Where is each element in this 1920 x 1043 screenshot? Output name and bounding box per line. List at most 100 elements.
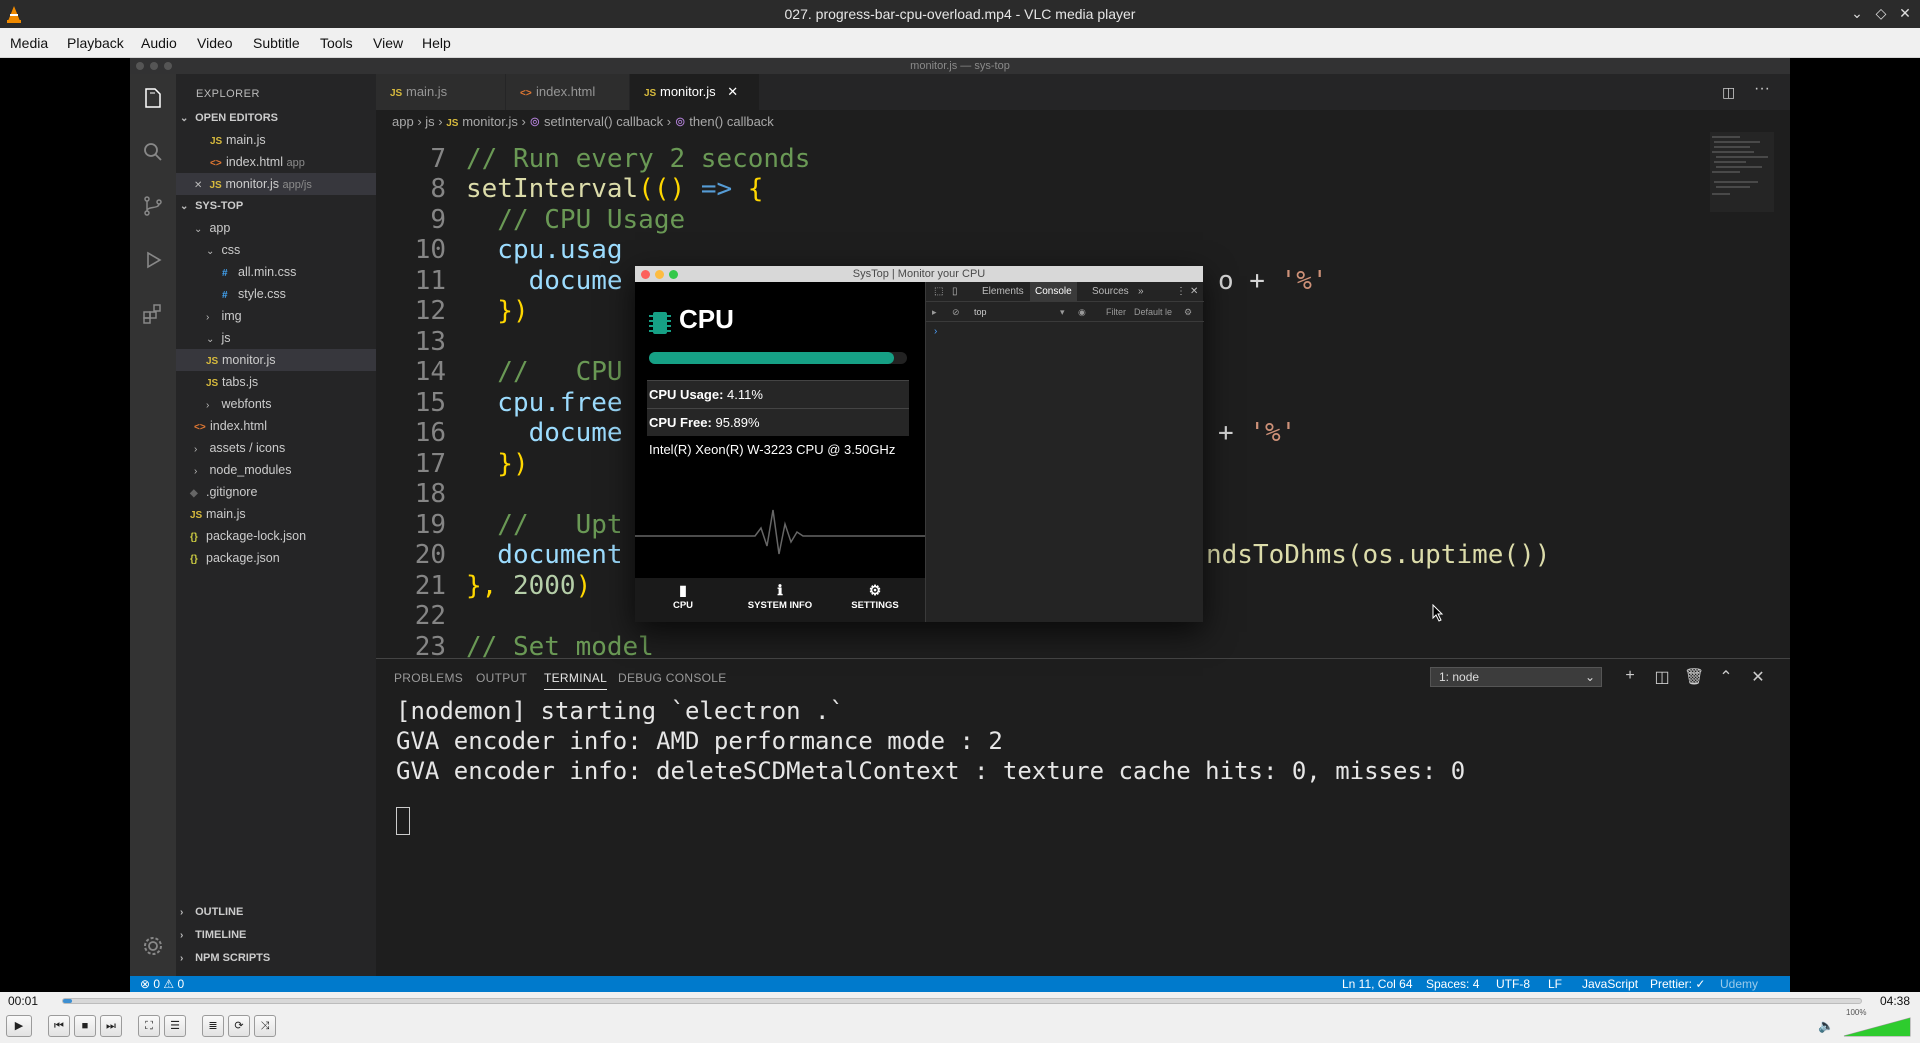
context-dropdown-icon[interactable]: ▾ — [1060, 307, 1065, 318]
new-terminal-icon[interactable]: + — [1620, 667, 1640, 685]
tab-problems[interactable]: PROBLEMS — [394, 671, 463, 685]
play-button[interactable]: ▶ — [6, 1015, 32, 1037]
outline-section[interactable]: › OUTLINE — [176, 901, 376, 923]
open-editor-item-active[interactable]: ✕ JS monitor.js app/js — [176, 173, 376, 195]
folder-webfonts[interactable]: › webfonts — [176, 393, 376, 415]
playlist-button[interactable]: ≣ — [202, 1015, 224, 1037]
menu-video[interactable]: Video — [197, 35, 233, 51]
search-icon[interactable] — [141, 140, 165, 164]
maximize-dot-icon[interactable] — [669, 270, 678, 279]
close-tab-icon[interactable]: ✕ — [727, 84, 738, 99]
tab-main-js[interactable]: JS main.js — [376, 74, 506, 110]
extended-settings-button[interactable]: ☰ — [164, 1015, 186, 1037]
seek-slider[interactable] — [62, 998, 1862, 1004]
device-toolbar-icon[interactable]: ▯ — [952, 286, 958, 297]
line-ending[interactable]: LF — [1548, 977, 1562, 991]
prettier-status[interactable]: Prettier: ✓ — [1650, 977, 1705, 991]
project-header[interactable]: ⌄ SYS-TOP — [176, 195, 376, 217]
file-gitignore[interactable]: ◆ .gitignore — [176, 481, 376, 503]
split-editor-icon[interactable]: ◫ — [1722, 84, 1735, 101]
source-control-icon[interactable] — [141, 194, 165, 218]
close-panel-icon[interactable]: ✕ — [1748, 667, 1768, 687]
menu-tools[interactable]: Tools — [320, 35, 353, 51]
fullscreen-button[interactable]: ⛶ — [138, 1015, 160, 1037]
minimize-dot-icon[interactable] — [655, 270, 664, 279]
tab-monitor-js[interactable]: JS monitor.js ✕ — [630, 74, 760, 110]
speaker-icon[interactable]: 🔈 — [1818, 1018, 1834, 1034]
encoding[interactable]: UTF-8 — [1496, 977, 1530, 991]
nav-system-info[interactable]: ℹ SYSTEM INFO — [740, 582, 820, 611]
context-select[interactable]: top — [974, 307, 987, 317]
devtools-more-tabs[interactable]: » — [1138, 286, 1144, 297]
open-editor-item[interactable]: <> index.html app — [176, 151, 376, 173]
clear-console-icon[interactable]: ⊘ — [952, 307, 960, 318]
maximize-icon[interactable]: ◇ — [1872, 4, 1890, 22]
inspect-element-icon[interactable]: ⬚ — [934, 286, 943, 297]
file-main-js[interactable]: JS main.js — [176, 503, 376, 525]
devtools-tab-elements[interactable]: Elements — [982, 286, 1024, 297]
manage-gear-icon[interactable] — [141, 934, 165, 958]
folder-img[interactable]: › img — [176, 305, 376, 327]
minimap[interactable] — [1710, 132, 1774, 212]
devtools-close-icon[interactable]: ✕ — [1190, 286, 1198, 297]
split-terminal-icon[interactable]: ◫ — [1652, 667, 1672, 687]
stop-button[interactable]: ■ — [74, 1015, 96, 1037]
problems-count[interactable]: ⊗ 0 ⚠ 0 — [140, 977, 184, 991]
menu-help[interactable]: Help — [422, 35, 451, 51]
trash-icon[interactable]: 🗑 — [1684, 667, 1704, 687]
console-filter[interactable]: Filter — [1106, 307, 1126, 317]
previous-button[interactable]: ⏮ — [48, 1015, 70, 1037]
tab-debug-console[interactable]: DEBUG CONSOLE — [618, 671, 727, 685]
folder-node-modules[interactable]: › node_modules — [176, 459, 376, 481]
open-editors-header[interactable]: ⌄ OPEN EDITORS — [176, 107, 376, 129]
folder-app[interactable]: ⌄ app — [176, 217, 376, 239]
volume-slider[interactable] — [1842, 1016, 1912, 1038]
close-editor-icon[interactable]: ✕ — [194, 175, 206, 197]
menu-playback[interactable]: Playback — [67, 35, 124, 51]
video-area[interactable]: monitor.js — sys-top EXPLORER ⌄ OPEN EDI… — [0, 58, 1920, 992]
devtools-tab-console[interactable]: Console — [1030, 282, 1077, 302]
language-mode[interactable]: JavaScript — [1582, 977, 1638, 991]
shuffle-button[interactable]: ⤨ — [254, 1015, 276, 1037]
file-style-css[interactable]: # style.css — [176, 283, 376, 305]
indentation[interactable]: Spaces: 4 — [1426, 977, 1479, 991]
menu-audio[interactable]: Audio — [141, 35, 177, 51]
tab-output[interactable]: OUTPUT — [476, 671, 527, 685]
nav-cpu[interactable]: ▮ CPU — [643, 582, 723, 611]
tab-terminal[interactable]: TERMINAL — [544, 671, 608, 690]
file-package-json[interactable]: {} package.json — [176, 547, 376, 569]
minimize-icon[interactable]: ⌄ — [1848, 4, 1866, 22]
timeline-section[interactable]: › TIMELINE — [176, 924, 376, 946]
next-button[interactable]: ⏭ — [100, 1015, 122, 1037]
file-monitor-js[interactable]: JS monitor.js — [176, 349, 376, 371]
devtools-menu-icon[interactable]: ⋮ — [1176, 286, 1186, 297]
maximize-panel-icon[interactable]: ⌃ — [1716, 667, 1736, 687]
devtools-tab-sources[interactable]: Sources — [1092, 286, 1129, 297]
loop-button[interactable]: ⟳ — [228, 1015, 250, 1037]
extensions-icon[interactable] — [141, 302, 165, 326]
close-icon[interactable]: ✕ — [1896, 4, 1914, 22]
terminal-select[interactable]: 1: node ⌄ — [1430, 667, 1602, 687]
folder-css[interactable]: ⌄ css — [176, 239, 376, 261]
file-tabs-js[interactable]: JS tabs.js — [176, 371, 376, 393]
npm-scripts-section[interactable]: › NPM SCRIPTS — [176, 947, 376, 969]
menu-view[interactable]: View — [373, 35, 403, 51]
sidebar-toggle-icon[interactable]: ▸ — [932, 307, 937, 318]
folder-js[interactable]: ⌄ js — [176, 327, 376, 349]
file-index-html[interactable]: <> index.html — [176, 415, 376, 437]
open-editor-item[interactable]: JS main.js — [176, 129, 376, 151]
folder-assets-icons[interactable]: › assets / icons — [176, 437, 376, 459]
tab-index-html[interactable]: <> index.html — [506, 74, 630, 110]
close-dot-icon[interactable] — [641, 270, 650, 279]
eye-icon[interactable]: ◉ — [1078, 307, 1086, 318]
more-actions-icon[interactable]: ··· — [1754, 80, 1770, 98]
cursor-position[interactable]: Ln 11, Col 64 — [1342, 977, 1413, 991]
file-package-lock-json[interactable]: {} package-lock.json — [176, 525, 376, 547]
files-icon[interactable] — [141, 86, 165, 110]
menu-media[interactable]: Media — [10, 35, 48, 51]
log-levels[interactable]: Default le — [1134, 307, 1172, 317]
nav-settings[interactable]: ⚙ SETTINGS — [835, 582, 915, 611]
run-debug-icon[interactable] — [141, 248, 165, 272]
console-prompt-icon[interactable]: › — [934, 326, 937, 337]
console-settings-icon[interactable]: ⚙ — [1184, 307, 1192, 318]
